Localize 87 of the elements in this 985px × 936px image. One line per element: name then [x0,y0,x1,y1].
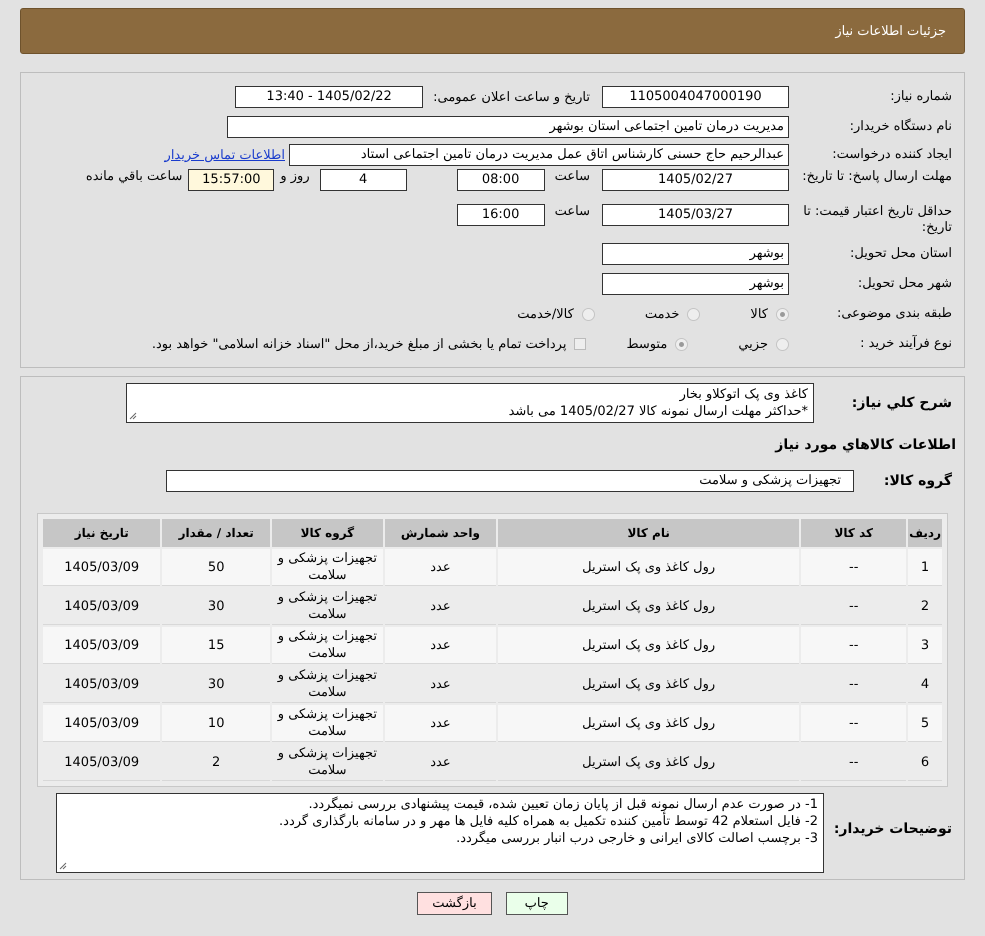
table-cell: 5 [908,705,942,742]
radio-button[interactable] [687,308,700,320]
field-label: طبقه بندی موضوعی: [836,306,953,322]
field-label: مهلت ارسال پاسخ: تا تاریخ: [801,169,953,185]
input-field[interactable]: 4 [320,169,407,191]
table-cell: 1405/03/09 [43,705,160,742]
column-header: واحد شمارش [384,519,496,547]
text-line: *حداکثر مهلت ارسال نمونه کالا 1405/02/27 می باشد [508,403,808,420]
table-cell: تجهیزات پزشکی و سلامت [272,627,383,664]
column-header: نام کالا [498,519,800,547]
field-label: ساعت [554,169,590,184]
field-label: روز و [280,169,310,184]
input-field[interactable]: بوشهر [602,273,789,295]
radio-button[interactable] [776,308,789,320]
field-label: ایجاد کننده درخواست: [831,147,953,163]
table-cell: عدد [384,705,496,742]
checkbox[interactable] [574,338,586,350]
field-label: توضیحات خریدار: [832,820,953,837]
table-cell: عدد [384,627,496,664]
radio-button[interactable] [675,338,688,350]
table-cell: رول کاغذ وی پک استریل [498,549,800,586]
table-cell: 1405/03/09 [43,627,160,664]
field-label: نام دستگاه خریدار: [848,119,953,135]
text-line: 3- برچسب اصالت کالای ایرانی و خارجی درب انبار بررسی میگردد. [456,830,818,847]
table-cell: تجهیزات پزشکی و سلامت [272,744,383,781]
section-title: اطلاعات کالاهاي مورد نیاز [774,436,957,455]
field-label: حداقل تاریخ اعتبار قیمت: تا تاریخ: [802,204,953,236]
input-field[interactable]: 1405/02/27 [602,169,789,191]
notes-box[interactable] [56,793,824,873]
table-cell: -- [801,705,906,742]
table-cell: تجهیزات پزشکی و سلامت [272,549,383,586]
radio-label: جزیي [738,336,768,352]
field-label: شرح کلي نیاز: [850,394,953,411]
text-line: کاغذ وی پک اتوکلاو بخار [680,386,808,403]
table-cell: تجهیزات پزشکی و سلامت [272,588,383,625]
table-cell: رول کاغذ وی پک استریل [498,627,800,664]
input-field[interactable]: 1405/03/27 [602,204,789,226]
back-button[interactable]: بازگشت [417,892,492,915]
field-label: ساعت [554,204,590,219]
resize-grip-icon [129,412,137,420]
input-field[interactable]: تجهیزات پزشکی و سلامت [166,470,854,492]
print-button[interactable]: چاپ [506,892,568,915]
checkbox-label: پرداخت تمام یا بخشی از مبلغ خرید،از محل "اسناد خزانه اسلامی" خواهد بود. [152,336,566,352]
radio-button[interactable] [582,308,595,320]
table-cell: عدد [384,549,496,586]
input-field[interactable]: 1105004047000190 [602,86,789,108]
description-box[interactable]: کاغذ وی پک اتوکلاو بخار *حداکثر مهلت ارسال نمونه کالا 1405/02/27 می باشد [126,383,814,423]
input-field[interactable]: عبدالرحیم حاج حسنی کارشناس اتاق عمل مدیریت درمان تامین اجتماعی استاد [289,144,789,166]
table-cell: 15 [162,627,270,664]
radio-label: کالا/خدمت [517,306,574,322]
input-field[interactable]: 08:00 [456,169,545,191]
page-title: جزئیات اطلاعات نیاز [835,24,946,38]
table-cell: تجهیزات پزشکی و سلامت [272,705,383,742]
column-header: کد کالا [801,519,906,547]
radio-label: کالا [750,306,768,322]
field-label: ساعت باقي مانده [86,169,182,184]
field-label: شهر محل تحویل: [856,276,953,292]
radio-button[interactable] [776,338,789,350]
field-label: استان محل تحویل: [849,246,953,262]
field-label: شماره نیاز: [889,89,953,105]
column-header: تعداد / مقدار [162,519,270,547]
resize-grip-icon [59,862,67,870]
countdown-field: 15:57:00 [188,169,274,191]
field-label: تاریخ و ساعت اعلان عمومی: [433,90,590,104]
input-field[interactable]: 1405/02/22 - 13:40 [235,86,424,108]
column-header: تاریخ نیاز [43,519,160,547]
table-cell: 10 [162,705,270,742]
table-cell: 3 [908,627,942,664]
input-field[interactable]: 16:00 [456,204,545,226]
field-label: گروه کالا: [882,473,953,489]
table-cell: -- [801,627,906,664]
column-header: ردیف [908,519,942,547]
radio-label: خدمت [644,306,680,322]
table-cell: -- [801,549,906,586]
radio-label: متوسط [626,336,668,352]
text-line: 2- فایل استعلام 42 توسط تأمین کننده تکمیل به همراه کلیه فایل ها مهر و در سامانه بارگذاری گردد. [279,813,818,830]
field-label: نوع فرآیند خرید : [859,336,953,352]
input-field[interactable]: بوشهر [602,243,789,265]
text-line: 1- در صورت عدم ارسال نمونه قبل از پایان زمان تعیین شده، قیمت پیشنهادی بررسی نمیگردد. [308,796,818,812]
input-field[interactable]: مدیریت درمان تامین اجتماعی استان بوشهر [227,116,789,138]
table-cell: 50 [162,549,270,586]
table-cell: تجهیزات پزشکی و سلامت [272,666,383,703]
contact-link[interactable]: اطلاعات تماس خریدار [164,148,285,162]
table-cell: رول کاغذ وی پک استریل [498,705,800,742]
table-cell: 1405/03/09 [43,549,160,586]
table-cell: 1 [908,549,942,586]
column-header: گروه کالا [272,519,383,547]
